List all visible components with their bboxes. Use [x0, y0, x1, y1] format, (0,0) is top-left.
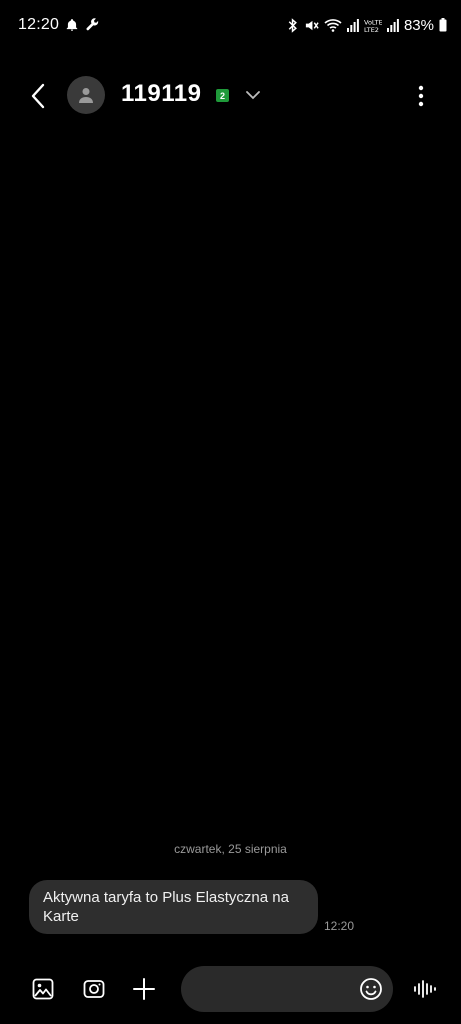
emoji-icon — [360, 978, 382, 1000]
battery-icon — [439, 18, 447, 32]
status-left: 12:20 — [18, 16, 100, 34]
avatar[interactable] — [67, 76, 105, 114]
back-icon — [31, 83, 45, 109]
date-divider: czwartek, 25 sierpnia — [174, 842, 287, 856]
gallery-button[interactable] — [29, 975, 57, 1003]
more-vert-icon — [418, 85, 424, 107]
voice-icon — [414, 980, 436, 998]
bluetooth-icon — [287, 17, 299, 33]
more-options-button[interactable] — [409, 82, 433, 110]
message-input[interactable] — [197, 966, 351, 1014]
chevron-down-icon — [246, 91, 260, 100]
mute-icon — [304, 18, 319, 33]
plus-icon — [133, 978, 155, 1000]
camera-button[interactable] — [80, 975, 108, 1003]
message-input-container[interactable] — [181, 966, 393, 1014]
status-time: 12:20 — [18, 16, 60, 33]
status-bar: 12:20 VoLTE LTE2 83% — [0, 0, 461, 50]
message-row: Aktywna taryfa to Plus Elastyczna na Kar… — [29, 880, 354, 934]
signal-icon — [386, 18, 399, 32]
contact-details-toggle[interactable] — [243, 85, 263, 105]
gallery-icon — [32, 978, 54, 1000]
emoji-button[interactable] — [359, 977, 383, 1001]
attach-button[interactable] — [130, 975, 158, 1003]
volte-lte2-icon: VoLTE LTE2 — [364, 18, 382, 33]
status-right: VoLTE LTE2 83% — [287, 17, 447, 34]
signal-icon — [346, 18, 359, 32]
bell-icon — [65, 18, 79, 32]
svg-text:LTE2: LTE2 — [364, 26, 379, 33]
conversation-header: 119119 2 — [0, 70, 461, 120]
message-time: 12:20 — [324, 919, 355, 933]
wifi-icon — [324, 18, 342, 32]
person-icon — [79, 88, 93, 103]
back-button[interactable] — [22, 80, 54, 112]
voice-button[interactable] — [410, 975, 438, 1003]
message-bubble-incoming[interactable]: Aktywna taryfa to Plus Elastyczna na Kar… — [29, 880, 318, 934]
battery-percent: 83% — [403, 16, 434, 34]
composer-bar — [0, 965, 461, 1014]
contact-name[interactable]: 119119 — [121, 80, 201, 108]
wrench-icon — [85, 17, 100, 33]
camera-icon — [83, 980, 105, 998]
sim-badge: 2 — [216, 89, 229, 102]
